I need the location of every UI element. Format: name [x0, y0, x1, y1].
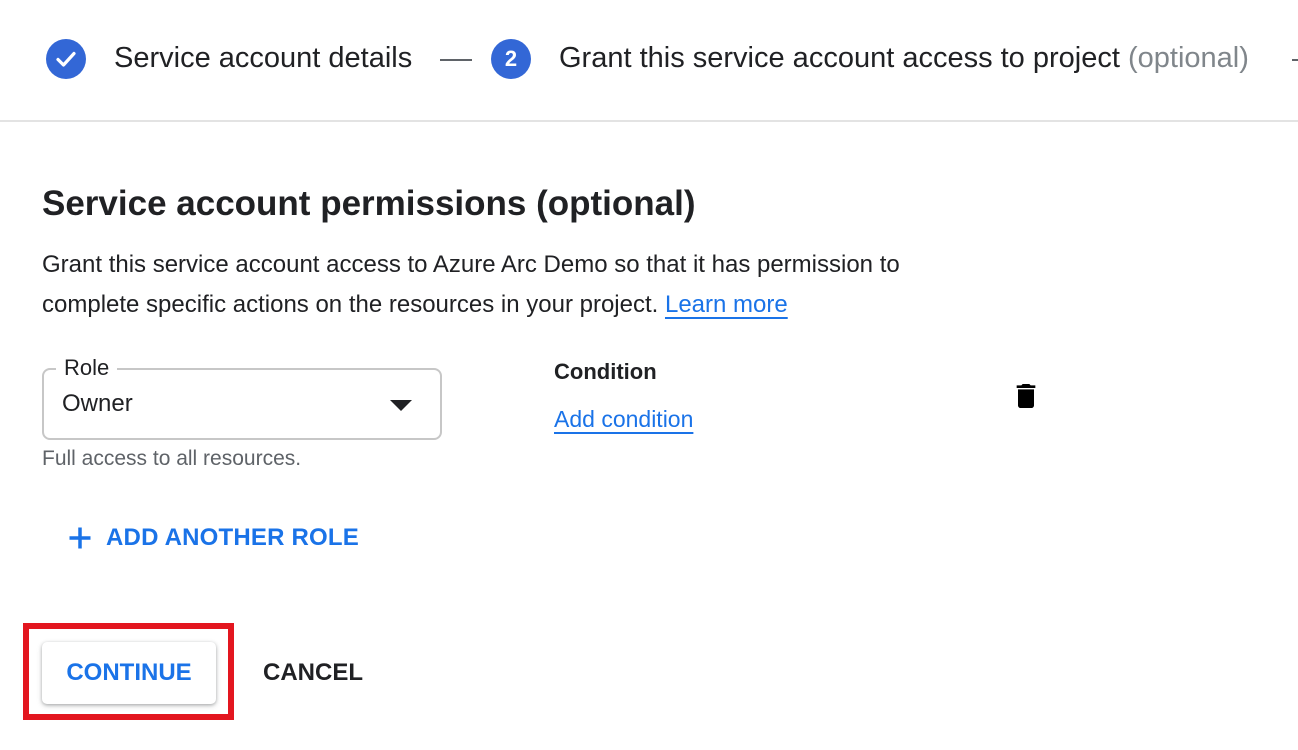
stepper: Service account details 2 Grant this ser… — [0, 0, 1298, 122]
role-select[interactable]: Role Owner — [42, 353, 442, 440]
step-2-number: 2 — [504, 46, 518, 71]
step-2-number-icon: 2 — [491, 39, 531, 79]
step-connector-trailing — [1292, 59, 1298, 61]
step-2-label: Grant this service account access to pro… — [559, 40, 1249, 76]
learn-more-link[interactable]: Learn more — [665, 291, 788, 318]
role-hint: Full access to all resources. — [42, 447, 302, 470]
trash-icon — [1016, 384, 1036, 408]
step-2-title: Grant this service account access to pro… — [559, 42, 1120, 74]
step-connector — [440, 59, 472, 61]
role-label: Role — [56, 353, 118, 383]
condition-label: Condition — [554, 359, 657, 384]
dropdown-arrow-icon — [390, 400, 412, 411]
check-icon — [56, 51, 76, 67]
add-another-role-button[interactable]: ADD ANOTHER ROLE — [66, 518, 359, 558]
step-complete-check-icon — [46, 39, 86, 79]
step-2-optional: (optional) — [1127, 42, 1249, 74]
section-description: Grant this service account access to Azu… — [42, 245, 1002, 325]
plus-icon — [69, 527, 91, 549]
role-value: Owner — [62, 390, 133, 417]
section-title: Service account permissions (optional) — [42, 184, 696, 223]
add-condition-link[interactable]: Add condition — [554, 404, 693, 434]
delete-role-button[interactable] — [1010, 380, 1042, 412]
continue-button[interactable]: CONTINUE — [42, 642, 216, 704]
step-1-label: Service account details — [114, 42, 413, 74]
cancel-button[interactable]: CANCEL — [248, 642, 378, 704]
add-another-role-label: ADD ANOTHER ROLE — [106, 524, 359, 551]
